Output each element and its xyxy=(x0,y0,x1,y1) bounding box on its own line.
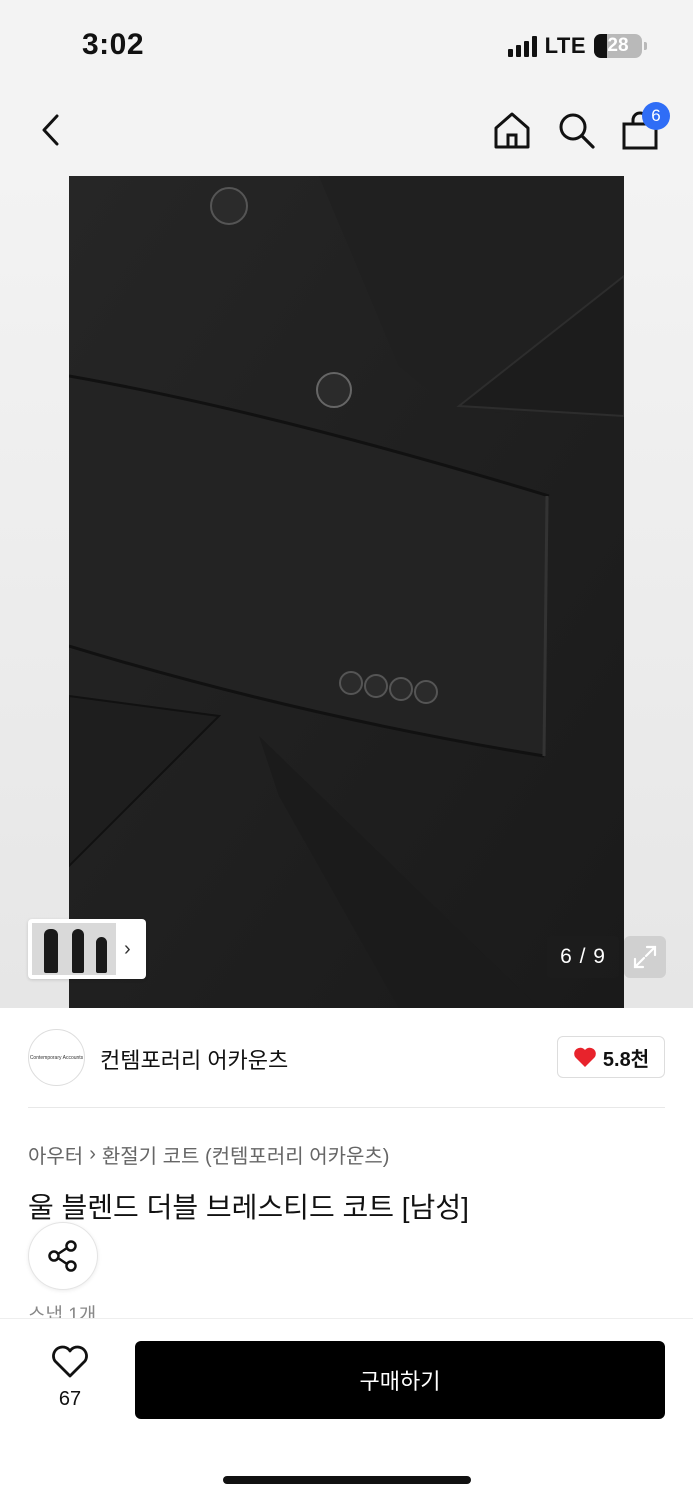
cart-button[interactable]: 6 xyxy=(618,102,670,152)
image-page-counter: 6 / 9 xyxy=(547,936,619,978)
network-label: LTE xyxy=(544,33,586,58)
battery-level: 28 xyxy=(607,35,629,56)
search-button[interactable] xyxy=(554,108,598,152)
bottom-action-bar: 67 구매하기 xyxy=(0,1318,693,1500)
chevron-right-icon: › xyxy=(124,937,131,960)
heart-outline-icon xyxy=(52,1345,88,1378)
divider xyxy=(28,1107,665,1108)
snap-count[interactable]: 스냅 1개 xyxy=(28,1300,96,1318)
share-icon xyxy=(48,1240,77,1272)
brand-logo[interactable]: Contemporary Accounts xyxy=(28,1029,85,1086)
coat-detail-image xyxy=(69,176,624,1008)
buy-button[interactable]: 구매하기 xyxy=(135,1341,665,1419)
heart-filled-icon xyxy=(574,1047,596,1067)
status-time: 3:02 xyxy=(82,28,145,61)
expand-button[interactable] xyxy=(624,936,666,978)
home-button[interactable] xyxy=(490,108,534,152)
thumbnail-strip[interactable]: › xyxy=(28,919,146,979)
chevron-left-icon xyxy=(42,114,59,146)
battery-icon: 28 xyxy=(594,34,642,58)
home-icon xyxy=(494,112,530,149)
top-nav: 6 xyxy=(0,90,693,176)
brand-like-button[interactable]: 5.8천 xyxy=(557,1036,665,1078)
status-indicators: LTE 28 xyxy=(507,33,647,59)
breadcrumb-item-category[interactable]: 아우터 xyxy=(28,1140,83,1169)
search-icon xyxy=(559,113,595,149)
brand-like-count: 5.8천 xyxy=(602,1048,650,1071)
wishlist-count: 67 xyxy=(58,1388,82,1410)
breadcrumb: 아우터 › 환절기 코트 (컨템포러리 어카운츠) xyxy=(28,1140,389,1169)
brand-name[interactable]: 컨템포러리 어카운츠 xyxy=(100,1043,288,1075)
breadcrumb-item-subcategory[interactable]: 환절기 코트 (컨템포러리 어카운츠) xyxy=(102,1140,390,1169)
cart-count-badge: 6 xyxy=(642,102,670,130)
back-button[interactable] xyxy=(28,108,72,152)
expand-icon xyxy=(633,945,657,969)
share-button[interactable] xyxy=(28,1222,98,1290)
product-gallery[interactable]: › 6 / 9 xyxy=(0,176,693,1008)
home-indicator xyxy=(223,1476,471,1484)
wishlist-button[interactable]: 67 xyxy=(40,1345,100,1415)
thumbnail-image xyxy=(32,923,116,975)
status-bar: 3:02 LTE 28 xyxy=(0,0,693,90)
signal-icon xyxy=(507,35,537,57)
brand-row[interactable]: Contemporary Accounts 컨템포러리 어카운츠 5.8천 xyxy=(28,1026,665,1088)
product-photo[interactable] xyxy=(69,176,624,1008)
product-title: 울 블렌드 더블 브레스티드 코트 [남성] xyxy=(28,1192,469,1223)
chevron-right-icon: › xyxy=(89,1143,96,1165)
